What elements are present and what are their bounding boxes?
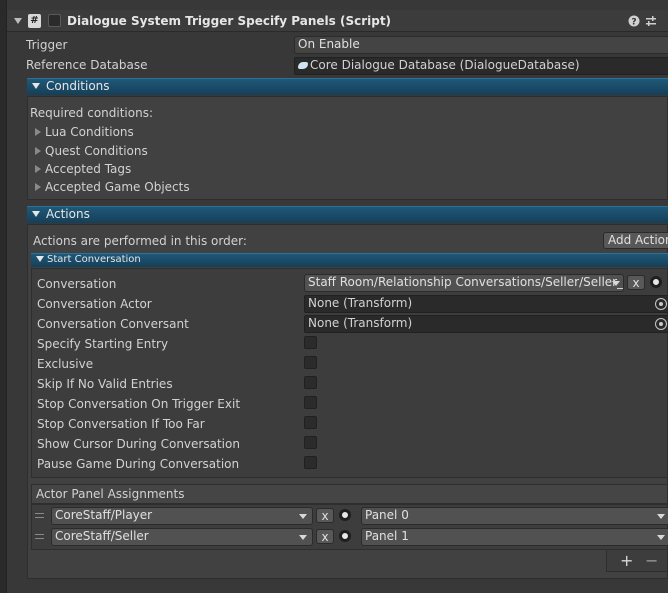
conditions-foldout-icon[interactable] <box>32 83 40 89</box>
conversation-clear-button[interactable]: x <box>627 275 645 290</box>
add-action-button[interactable]: Add Action <box>603 232 668 249</box>
accepted-game-objects-foldout-icon[interactable] <box>35 183 41 191</box>
conversation-actor-label: Conversation Actor <box>37 297 152 311</box>
skip-if-no-valid-entries-checkbox[interactable] <box>304 376 317 389</box>
conversation-conversant-field[interactable]: None (Transform) <box>304 315 668 333</box>
actor-clear-button-player[interactable]: x <box>316 508 334 523</box>
specify-starting-entry-checkbox[interactable] <box>304 336 317 349</box>
script-icon: # <box>28 14 41 28</box>
conditions-header[interactable] <box>27 78 668 95</box>
component-title: Dialogue System Trigger Specify Panels (… <box>67 14 392 28</box>
stop-on-trigger-exit-checkbox[interactable] <box>304 396 317 409</box>
accepted-tags-item[interactable]: Accepted Tags <box>45 162 131 176</box>
actor-dropdown-seller[interactable]: CoreStaff/Seller <box>51 528 313 546</box>
actions-title: Actions <box>46 207 90 221</box>
reference-database-field[interactable]: Core Dialogue Database (DialogueDatabase… <box>294 57 668 75</box>
conversation-conversant-label: Conversation Conversant <box>37 317 189 331</box>
panel-dropdown-player[interactable]: Panel 0 <box>361 507 668 525</box>
actions-foldout-icon[interactable] <box>32 211 40 217</box>
conversation-conversant-picker-icon[interactable] <box>655 318 667 330</box>
conversation-actor-field[interactable]: None (Transform) <box>304 295 668 313</box>
component-enabled-checkbox[interactable] <box>48 14 61 27</box>
actor-picker-icon-seller[interactable] <box>339 530 351 542</box>
component-foldout-icon[interactable] <box>14 18 22 24</box>
reference-database-value: Core Dialogue Database (DialogueDatabase… <box>310 58 580 72</box>
help-icon[interactable]: ? <box>628 15 640 27</box>
add-item-button[interactable]: + <box>620 551 633 570</box>
list-footer <box>606 550 668 572</box>
quest-conditions-foldout-icon[interactable] <box>35 147 41 155</box>
drag-handle-icon[interactable] <box>35 513 44 518</box>
exclusive-checkbox[interactable] <box>304 356 317 369</box>
specify-starting-entry-label: Specify Starting Entry <box>37 337 169 351</box>
show-cursor-checkbox[interactable] <box>304 436 317 449</box>
accepted-game-objects-item[interactable]: Accepted Game Objects <box>45 180 190 194</box>
pause-game-checkbox[interactable] <box>304 456 317 469</box>
actor-picker-icon-player[interactable] <box>339 509 351 521</box>
conversation-dropdown-arrow-icon <box>612 281 620 286</box>
actor-dropdown-arrow-icon <box>299 535 307 540</box>
actor-dropdown-arrow-icon <box>299 514 307 519</box>
exclusive-label: Exclusive <box>37 357 94 371</box>
stop-if-too-far-checkbox[interactable] <box>304 416 317 429</box>
stop-on-trigger-exit-label: Stop Conversation On Trigger Exit <box>37 397 241 411</box>
panel-dropdown-arrow-icon <box>657 514 665 519</box>
actions-order-label: Actions are performed in this order: <box>33 234 247 248</box>
required-conditions-label: Required conditions: <box>30 106 153 120</box>
actions-header[interactable] <box>27 206 668 223</box>
conversation-picker-icon[interactable] <box>650 276 662 288</box>
svg-text:?: ? <box>631 18 636 28</box>
presets-icon[interactable] <box>645 15 657 27</box>
drag-handle-icon[interactable] <box>35 534 44 539</box>
lua-conditions-item[interactable]: Lua Conditions <box>45 125 134 139</box>
remove-item-button[interactable]: − <box>645 551 658 570</box>
left-dock-divider <box>6 0 7 593</box>
reference-database-label: Reference Database <box>26 58 148 72</box>
skip-if-no-valid-entries-label: Skip If No Valid Entries <box>37 377 173 391</box>
conversation-label: Conversation <box>37 277 117 291</box>
actor-clear-button-seller[interactable]: x <box>316 529 334 544</box>
start-conversation-title: Start Conversation <box>47 254 141 265</box>
conversation-actor-picker-icon[interactable] <box>655 298 667 310</box>
accepted-tags-foldout-icon[interactable] <box>35 165 41 173</box>
trigger-dropdown[interactable]: On Enable <box>294 36 668 54</box>
actor-panel-assignments-title: Actor Panel Assignments <box>36 487 185 501</box>
panel-dropdown-arrow-icon <box>657 535 665 540</box>
lua-conditions-foldout-icon[interactable] <box>35 128 41 136</box>
pause-game-label: Pause Game During Conversation <box>37 457 240 471</box>
stop-if-too-far-label: Stop Conversation If Too Far <box>37 417 205 431</box>
start-conversation-foldout-icon[interactable] <box>36 256 44 262</box>
conversation-dropdown[interactable]: Staff Room/Relationship Conversations/Se… <box>304 274 624 292</box>
trigger-label: Trigger <box>26 38 68 52</box>
quest-conditions-item[interactable]: Quest Conditions <box>45 144 148 158</box>
database-icon <box>298 62 308 69</box>
show-cursor-label: Show Cursor During Conversation <box>37 437 240 451</box>
panel-dropdown-seller[interactable]: Panel 1 <box>361 528 668 546</box>
conditions-title: Conditions <box>46 79 110 93</box>
actor-dropdown-player[interactable]: CoreStaff/Player <box>51 507 313 525</box>
